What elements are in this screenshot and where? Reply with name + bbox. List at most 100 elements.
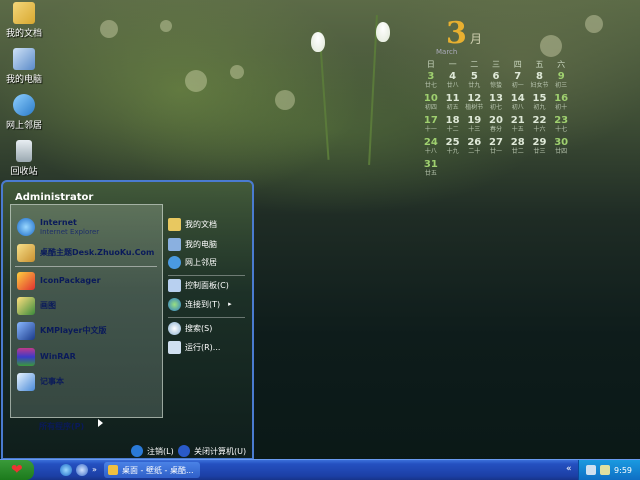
- start-right-separator: [168, 317, 245, 318]
- calendar-day: 31 廿五: [423, 159, 438, 178]
- logoff-button[interactable]: 注销(L): [131, 445, 174, 457]
- calendar-day: 11 初五: [445, 93, 460, 112]
- system-tray: 9:59: [578, 460, 640, 480]
- network-icon: [168, 255, 181, 269]
- start-button[interactable]: ❤: [0, 460, 34, 480]
- quicklaunch-expand-icon[interactable]: »: [92, 465, 97, 474]
- calendar-day: 24 十八: [423, 137, 438, 156]
- calendar-day: 6 惊蛰: [490, 71, 503, 90]
- calendar-day: 17 十一: [423, 115, 438, 134]
- shutdown-button[interactable]: 关闭计算机(U): [178, 445, 246, 457]
- volume-tray-icon[interactable]: [600, 465, 611, 475]
- all-programs-button[interactable]: 所有程序(P): [39, 421, 84, 432]
- calendar-month-number: 3: [446, 16, 467, 51]
- tray-expand-icon[interactable]: «: [566, 464, 572, 474]
- calendar-day: 27 廿一: [489, 137, 503, 156]
- heart-logo-icon: ❤: [11, 462, 23, 478]
- search-icon: [168, 321, 181, 335]
- calendar-day: 12 植树节: [465, 93, 484, 112]
- start-item-paint[interactable]: 画图: [17, 294, 56, 318]
- calendar-day: 20 春分: [489, 115, 503, 134]
- network-tray-icon[interactable]: [586, 465, 597, 475]
- calendar-day: [507, 160, 529, 182]
- start-item-winrar[interactable]: WinRAR: [17, 345, 76, 369]
- calendar-day: 9 初三: [555, 71, 568, 90]
- start-right-connect-to[interactable]: 连接到(T) ▸: [168, 296, 232, 312]
- start-item-internet-explorer[interactable]: Internet Internet Explorer: [17, 215, 99, 239]
- calendar-day: 23 十七: [554, 115, 569, 134]
- kmplayer-icon: [17, 322, 35, 340]
- paint-icon: [17, 297, 35, 315]
- start-right-label: 连接到(T): [185, 299, 221, 309]
- start-right-label: 我的电脑: [185, 239, 217, 249]
- calendar-grid: 日一二三四五六 3 廿七 4 廿八 5 廿九 6 惊蛰 7 初一 8 妇女节 9 初三 10 初四 11 初五 12 植…: [420, 60, 572, 182]
- taskbar-window-label: 桌面 - 壁纸 - 桌酷...: [122, 465, 194, 475]
- calendar-day: 16 初十: [554, 93, 569, 112]
- taskbar-window-button[interactable]: 桌面 - 壁纸 - 桌酷...: [104, 462, 200, 478]
- iconpackager-icon: [17, 272, 35, 290]
- start-right-separator: [168, 275, 245, 276]
- start-item-kmplayer[interactable]: KMPlayer中文版: [17, 319, 107, 343]
- start-menu: Administrator Internet Internet Explorer…: [1, 180, 254, 460]
- desktop-icon-network[interactable]: 网上邻居: [4, 94, 44, 131]
- calendar-day: 13 初七: [489, 93, 503, 112]
- run-icon: [168, 340, 181, 354]
- start-right-run[interactable]: 运行(R)...: [168, 339, 220, 355]
- computer-icon: [168, 237, 181, 251]
- taskbar: ❤ » 桌面 - 壁纸 - 桌酷... « 9:59: [0, 459, 640, 480]
- calendar-day: 28 廿二: [510, 137, 525, 156]
- calendar-day: 4 廿八: [446, 71, 459, 90]
- desktop-icon-my-computer[interactable]: 我的电脑: [4, 48, 44, 85]
- desktop-icon-label: 回收站: [10, 167, 38, 177]
- winrar-icon: [17, 348, 35, 366]
- calendar-day: 21 十五: [510, 115, 525, 134]
- folder-documents-icon: [13, 2, 35, 24]
- connect-globe-icon: [168, 297, 181, 311]
- quicklaunch-ie-icon[interactable]: [60, 464, 72, 476]
- calendar-day: 29 廿三: [532, 137, 547, 156]
- shutdown-icon: [178, 445, 190, 457]
- start-right-label: 搜索(S): [185, 323, 213, 333]
- desktop-icon-label: 我的电脑: [5, 75, 42, 85]
- control-panel-icon: [168, 278, 181, 292]
- start-item-iconpackager[interactable]: IconPackager: [17, 269, 101, 293]
- desktop-icon-my-documents[interactable]: 我的文档: [4, 2, 44, 39]
- calendar-day: [550, 160, 572, 182]
- quicklaunch-show-desktop-icon[interactable]: [76, 464, 88, 476]
- start-item-notepad[interactable]: 记事本: [17, 370, 64, 394]
- clock[interactable]: 9:59: [614, 466, 632, 475]
- calendar-day: [442, 160, 464, 182]
- start-right-control-panel[interactable]: 控制面板(C): [168, 277, 229, 293]
- calendar-day: 18 十二: [445, 115, 460, 134]
- start-right-network[interactable]: 网上邻居: [168, 254, 217, 270]
- all-programs-arrow-icon: [98, 419, 103, 427]
- calendar-week: 17 十一 18 十二 19 十三 20 春分 21 十五 22 十六 23 十七: [420, 116, 572, 138]
- start-right-label: 运行(R)...: [185, 342, 221, 352]
- folder-icon: [108, 465, 118, 475]
- start-right-my-documents[interactable]: 我的文档: [168, 216, 217, 232]
- start-item-zhuoku-theme[interactable]: 桌酷主题Desk.ZhuoKu.Com: [17, 241, 154, 265]
- desktop-icon-label: 我的文档: [5, 29, 42, 39]
- start-right-my-computer[interactable]: 我的电脑: [168, 236, 217, 252]
- start-item-title: 记事本: [40, 377, 64, 386]
- calendar-day: 8 妇女节: [530, 71, 549, 90]
- shutdown-label: 关闭计算机(U): [194, 446, 247, 456]
- submenu-arrow-icon: ▸: [228, 300, 232, 308]
- calendar-day: 30 廿四: [554, 137, 569, 156]
- calendar-week: 24 十八 25 十九 26 二十 27 廿一 28 廿二 29 廿三 30 廿四: [420, 138, 572, 160]
- notepad-icon: [17, 373, 35, 391]
- calendar-week: 31 廿五: [420, 160, 572, 182]
- start-item-title: Internet: [40, 218, 77, 227]
- calendar-day: 22 十六: [532, 115, 547, 134]
- internet-explorer-icon: [17, 218, 35, 236]
- calendar-day: 5 廿九: [468, 71, 481, 90]
- computer-icon: [13, 48, 35, 70]
- start-item-title: WinRAR: [40, 352, 76, 361]
- start-menu-separator: [15, 266, 157, 267]
- calendar-day: 19 十三: [467, 115, 482, 134]
- desktop-icon-recycle-bin[interactable]: 回收站: [4, 140, 44, 177]
- start-right-search[interactable]: 搜索(S): [168, 320, 212, 336]
- recycle-bin-icon: [16, 140, 32, 162]
- calendar-day: [529, 160, 551, 182]
- calendar-week: 3 廿七 4 廿八 5 廿九 6 惊蛰 7 初一 8 妇女节 9 初三: [420, 72, 572, 94]
